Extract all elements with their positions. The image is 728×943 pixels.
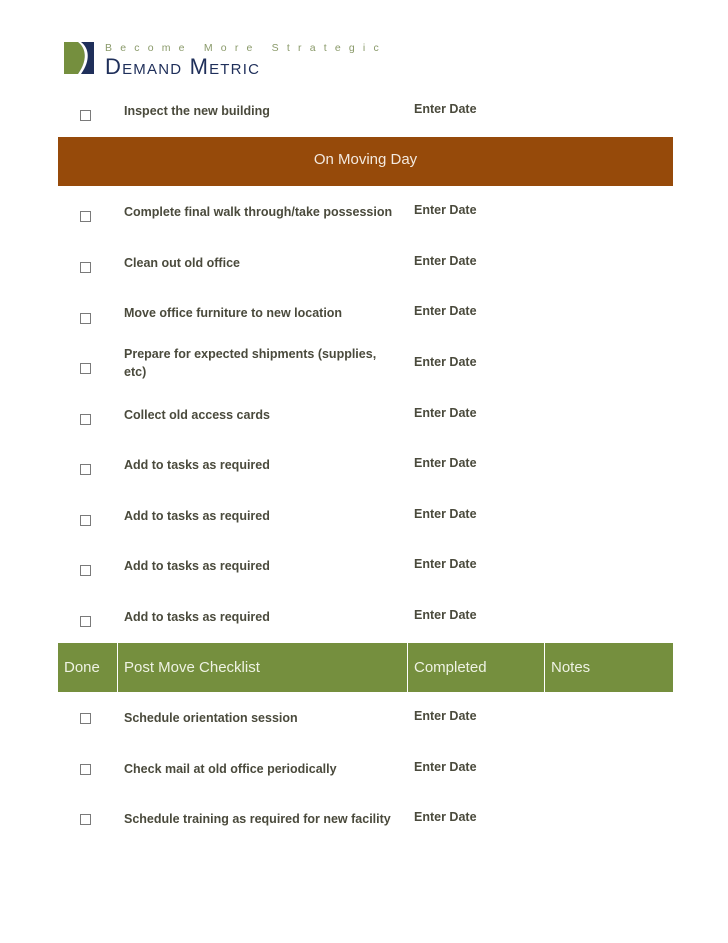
checkbox[interactable]	[80, 110, 91, 121]
list-item: Schedule orientation session Enter Date	[58, 700, 673, 748]
task-label: Complete final walk through/take possess…	[124, 205, 393, 219]
task-label: Add to tasks as required	[124, 509, 270, 523]
column-header-notes: Notes	[551, 659, 591, 676]
task-label: Schedule training as required for new fa…	[124, 812, 391, 826]
checkbox[interactable]	[80, 313, 91, 324]
checkbox[interactable]	[80, 211, 91, 222]
checkbox[interactable]	[80, 262, 91, 273]
date-field[interactable]: Enter Date	[414, 760, 477, 774]
checkbox[interactable]	[80, 764, 91, 775]
logo-mark-icon	[64, 42, 94, 74]
list-item: Check mail at old office periodically En…	[58, 751, 673, 799]
date-field[interactable]: Enter Date	[414, 456, 477, 470]
list-item: Add to tasks as required Enter Date	[58, 498, 673, 546]
list-item: Move office furniture to new location En…	[58, 295, 673, 343]
list-item: Prepare for expected shipments (supplies…	[58, 344, 673, 392]
section-header-moving-day: On Moving Day	[58, 137, 673, 186]
task-label: Prepare for expected shipments (supplies…	[124, 347, 377, 379]
checkbox[interactable]	[80, 363, 91, 374]
date-field[interactable]: Enter Date	[414, 406, 477, 420]
task-label: Add to tasks as required	[124, 458, 270, 472]
checkbox[interactable]	[80, 464, 91, 475]
date-field[interactable]: Enter Date	[414, 304, 477, 318]
checkbox[interactable]	[80, 515, 91, 526]
date-field[interactable]: Enter Date	[414, 203, 477, 217]
list-item: Add to tasks as required Enter Date	[58, 599, 673, 647]
list-item: Inspect the new building Enter Date	[58, 92, 673, 140]
date-field[interactable]: Enter Date	[414, 709, 477, 723]
task-label: Clean out old office	[124, 256, 240, 270]
task-label: Check mail at old office periodically	[124, 762, 337, 776]
date-field[interactable]: Enter Date	[414, 102, 477, 116]
date-field[interactable]: Enter Date	[414, 355, 477, 369]
list-item: Clean out old office Enter Date	[58, 245, 673, 293]
column-header-completed: Completed	[414, 659, 487, 676]
date-field[interactable]: Enter Date	[414, 557, 477, 571]
logo-brand-name: Demand Metric	[105, 54, 261, 79]
task-label: Move office furniture to new location	[124, 306, 343, 320]
checkbox[interactable]	[80, 414, 91, 425]
checkbox[interactable]	[80, 713, 91, 724]
logo-tagline: Become More Strategic	[105, 42, 387, 54]
list-item: Add to tasks as required Enter Date	[58, 548, 673, 596]
task-label: Schedule orientation session	[124, 711, 298, 725]
checkbox[interactable]	[80, 565, 91, 576]
section-title: On Moving Day	[313, 151, 418, 168]
post-move-table-header: Done Post Move Checklist Completed Notes	[58, 643, 673, 692]
list-item: Schedule training as required for new fa…	[58, 801, 673, 849]
list-item: Add to tasks as required Enter Date	[58, 447, 673, 495]
column-header-checklist: Post Move Checklist	[124, 659, 260, 676]
checkbox[interactable]	[80, 814, 91, 825]
list-item: Complete final walk through/take possess…	[58, 194, 673, 242]
demand-metric-logo: Become More Strategic Demand Metric	[64, 40, 379, 80]
date-field[interactable]: Enter Date	[414, 810, 477, 824]
task-label: Inspect the new building	[124, 104, 270, 118]
date-field[interactable]: Enter Date	[414, 507, 477, 521]
date-field[interactable]: Enter Date	[414, 608, 477, 622]
list-item: Collect old access cards Enter Date	[58, 397, 673, 445]
date-field[interactable]: Enter Date	[414, 254, 477, 268]
checkbox[interactable]	[80, 616, 91, 627]
task-label: Collect old access cards	[124, 408, 270, 422]
task-label: Add to tasks as required	[124, 610, 270, 624]
task-label: Add to tasks as required	[124, 559, 270, 573]
column-header-done: Done	[64, 659, 100, 676]
